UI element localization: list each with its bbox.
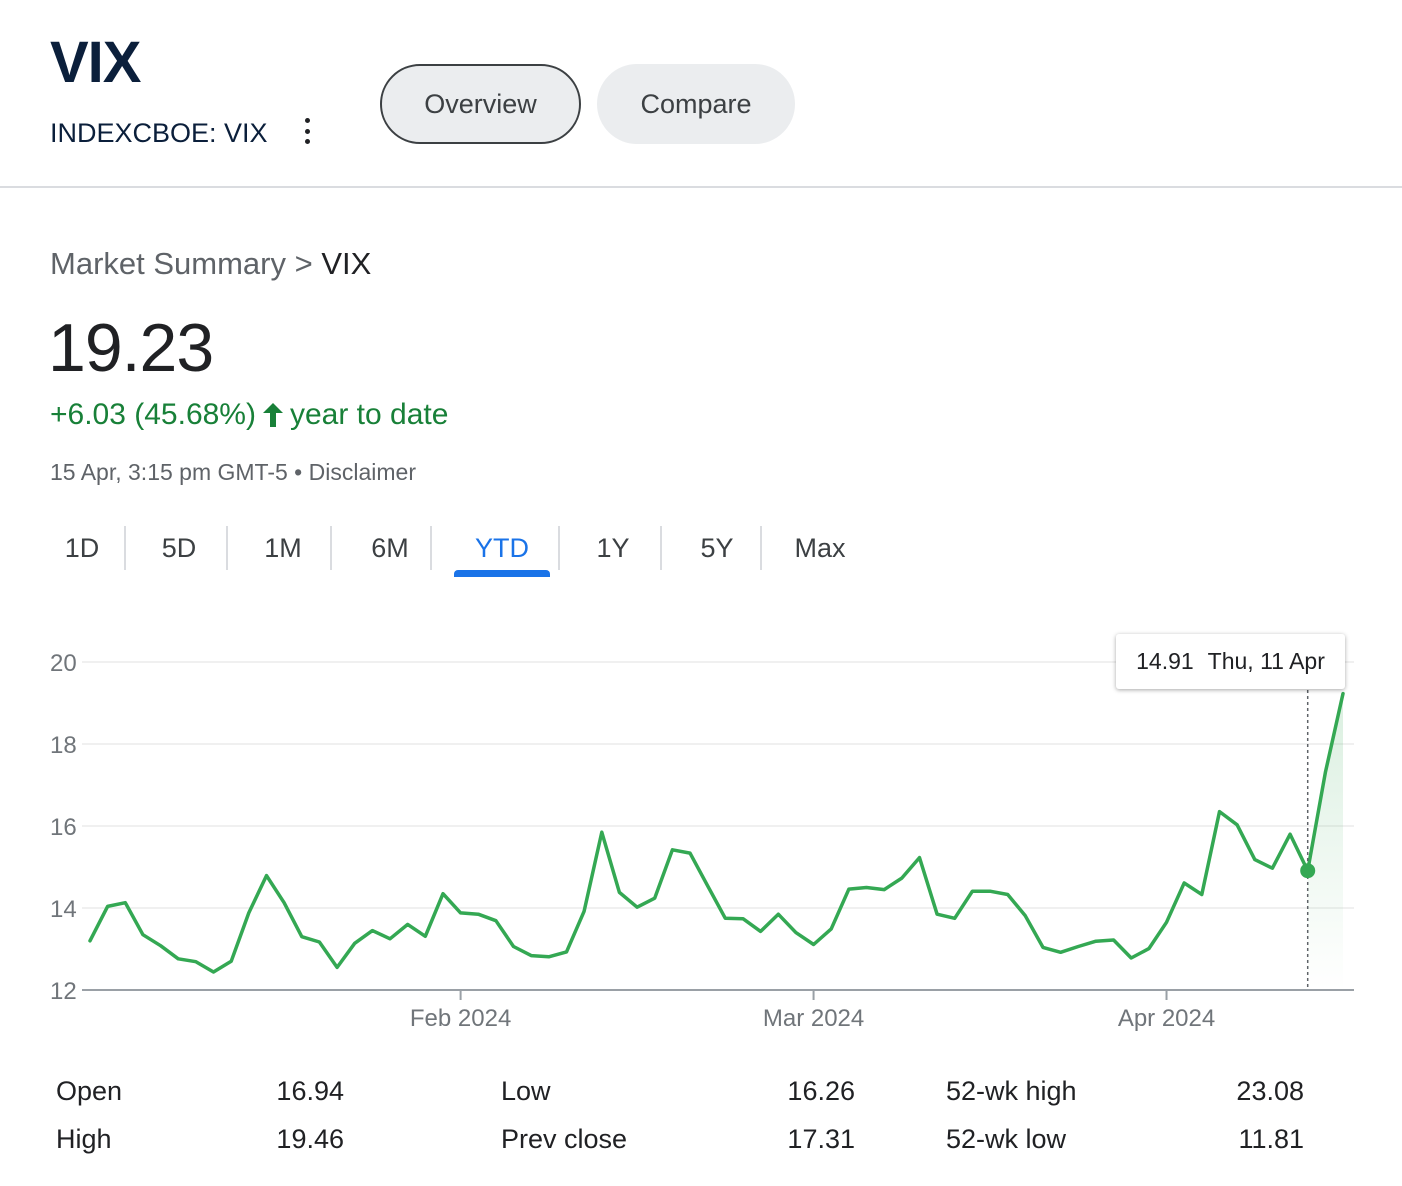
breadcrumb: Market Summary > VIX bbox=[50, 246, 371, 282]
stat-value: 19.46 bbox=[276, 1124, 344, 1154]
series-line bbox=[88, 691, 1345, 974]
tab-separator bbox=[124, 526, 126, 570]
tab-separator bbox=[660, 526, 662, 570]
quote-timestamp: 15 Apr, 3:15 pm GMT-5 • Disclaimer bbox=[50, 459, 416, 486]
breadcrumb-current: VIX bbox=[321, 246, 372, 281]
tooltip-value: 14.91 bbox=[1136, 648, 1194, 674]
change-value: +6.03 (45.68%) bbox=[50, 398, 256, 431]
tab-separator bbox=[330, 526, 332, 570]
y-tick-label: 18 bbox=[50, 732, 77, 759]
stat-label: Low bbox=[501, 1076, 551, 1106]
range-tab-6m[interactable]: 6M bbox=[352, 520, 428, 576]
tab-compare[interactable]: Compare bbox=[597, 64, 795, 144]
range-tab-1m[interactable]: 1M bbox=[248, 520, 318, 576]
breadcrumb-root[interactable]: Market Summary bbox=[50, 246, 286, 281]
chart-tooltip: 14.91 Thu, 11 Apr bbox=[1116, 634, 1345, 689]
tab-overview[interactable]: Overview bbox=[380, 64, 581, 144]
stat-label: Open bbox=[56, 1076, 123, 1106]
more-dot bbox=[304, 128, 310, 134]
range-tab-max[interactable]: Max bbox=[782, 520, 858, 576]
arrow-up-icon bbox=[262, 403, 283, 427]
ticker-title: VIX bbox=[50, 30, 141, 95]
range-tab-1y[interactable]: 1Y bbox=[580, 520, 646, 576]
y-tick-label: 14 bbox=[50, 896, 77, 923]
exchange-label: INDEXCBOE: VIX bbox=[50, 118, 268, 148]
tab-separator bbox=[430, 526, 432, 570]
more-dot bbox=[304, 139, 310, 144]
tab-separator bbox=[226, 526, 228, 570]
stat-label: 52-wk high bbox=[946, 1076, 1077, 1106]
range-tab-ytd[interactable]: YTD bbox=[458, 520, 546, 576]
breadcrumb-separator: > bbox=[285, 246, 322, 281]
timestamp-separator: • bbox=[287, 459, 309, 485]
range-tab-5d[interactable]: 5D bbox=[146, 520, 212, 576]
more-dot bbox=[304, 118, 310, 123]
x-tick-label: Apr 2024 bbox=[1118, 1005, 1215, 1032]
tab-separator bbox=[760, 526, 762, 570]
x-tick-label: Feb 2024 bbox=[410, 1005, 511, 1032]
disclaimer-link[interactable]: Disclaimer bbox=[309, 459, 416, 485]
price-change: +6.03 (45.68%) year to date bbox=[50, 398, 448, 432]
x-tick-label: Mar 2024 bbox=[763, 1005, 864, 1032]
header-divider bbox=[0, 186, 1402, 188]
stat-value: 23.08 bbox=[1236, 1076, 1304, 1106]
tooltip-date: Thu, 11 Apr bbox=[1207, 648, 1325, 674]
stat-label: High bbox=[56, 1124, 112, 1154]
active-tab-indicator bbox=[454, 570, 550, 577]
y-tick-label: 20 bbox=[50, 650, 77, 677]
stat-value: 16.94 bbox=[276, 1076, 344, 1106]
change-suffix: year to date bbox=[289, 398, 449, 431]
y-tick-label: 12 bbox=[50, 978, 77, 1005]
current-price: 19.23 bbox=[48, 310, 214, 386]
more-vertical-icon[interactable] bbox=[297, 114, 317, 148]
stat-value: 11.81 bbox=[1238, 1124, 1304, 1154]
stat-value: 16.26 bbox=[787, 1076, 855, 1106]
timestamp-text: 15 Apr, 3:15 pm GMT-5 bbox=[50, 459, 288, 485]
stat-label: 52-wk low bbox=[946, 1124, 1067, 1154]
range-tab-1d[interactable]: 1D bbox=[50, 520, 114, 576]
highlighted-point bbox=[1300, 863, 1316, 879]
tab-separator bbox=[558, 526, 560, 570]
range-tab-5y[interactable]: 5Y bbox=[682, 520, 752, 576]
stat-label: Prev close bbox=[501, 1124, 628, 1154]
key-stats: Open 16.94 High 19.46 Low 16.26 Prev close 17.3… bbox=[50, 1076, 1350, 1166]
stat-value: 17.31 bbox=[787, 1124, 855, 1154]
y-tick-label: 16 bbox=[50, 814, 77, 841]
